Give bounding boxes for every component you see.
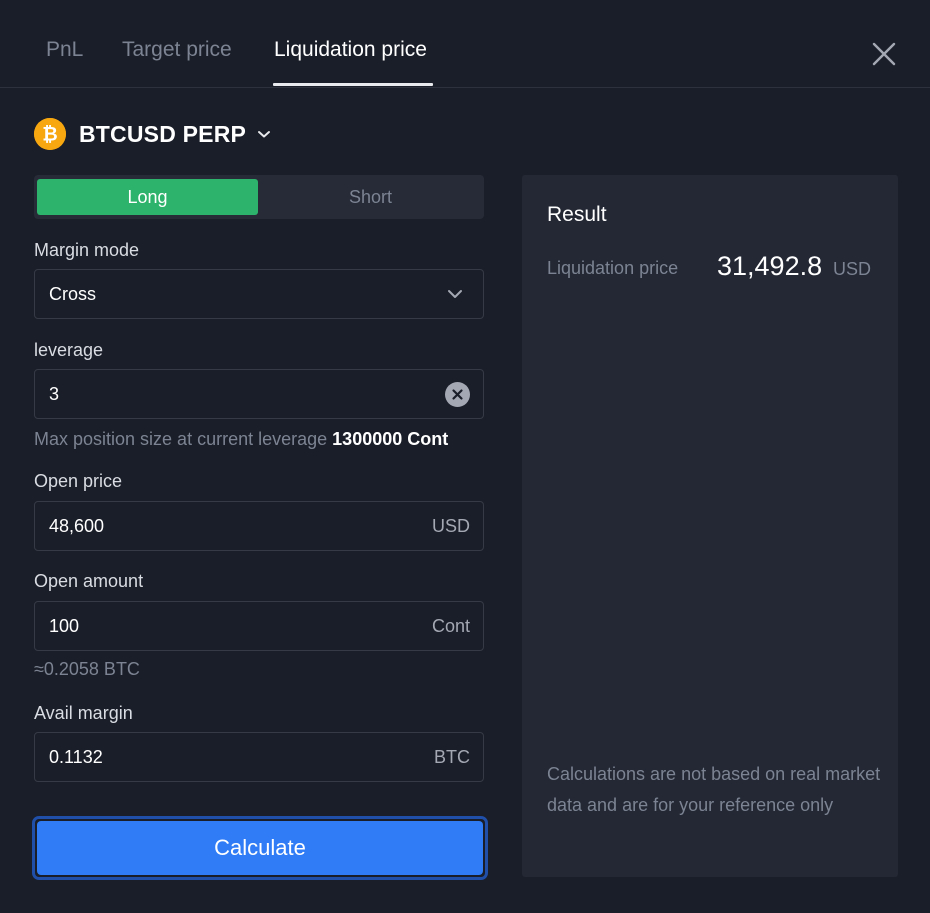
- open-price-value: 48,600: [49, 516, 105, 536]
- leverage-label: leverage: [34, 340, 104, 360]
- open-amount-label: Open amount: [34, 571, 144, 591]
- leverage-value: 3: [49, 384, 60, 404]
- margin-mode-value: Cross: [49, 284, 97, 304]
- calculate-button[interactable]: Calculate: [32, 816, 488, 880]
- avail-margin-label: Avail margin: [34, 703, 133, 723]
- result-panel: Result Liquidation price 31,492.8 USD Ca…: [522, 175, 898, 877]
- chevron-down-icon: [258, 131, 271, 138]
- open-price-label: Open price: [34, 471, 123, 491]
- tab-pnl[interactable]: PnL: [46, 38, 83, 62]
- max-position-hint-text: Max position size at current leverage: [34, 429, 328, 449]
- open-amount-input[interactable]: 100 Cont: [34, 601, 484, 651]
- open-price-input[interactable]: 48,600 USD: [34, 501, 484, 551]
- open-price-unit: USD: [431, 516, 470, 536]
- close-button[interactable]: [870, 40, 898, 68]
- disclaimer-text: Calculations are not based on real marke…: [547, 764, 881, 815]
- close-icon: [872, 42, 896, 66]
- tab-liquidation-price[interactable]: Liquidation price: [274, 38, 427, 62]
- bitcoin-icon: ₿: [34, 118, 66, 150]
- avail-margin-input[interactable]: 0.1132 BTC: [34, 732, 484, 782]
- tab-target-price[interactable]: Target price: [122, 38, 232, 62]
- symbol-name: BTCUSD PERP: [79, 120, 247, 147]
- side-toggle: Long Short: [34, 175, 484, 219]
- open-amount-btc-equivalent: ≈0.2058 BTC: [34, 659, 140, 679]
- liquidation-price-unit: USD: [833, 259, 872, 279]
- active-tab-indicator: [273, 83, 433, 86]
- result-title: Result: [547, 203, 607, 226]
- svg-text:₿: ₿: [42, 124, 57, 146]
- avail-margin-value: 0.1132: [49, 747, 103, 767]
- max-position-hint: Max position size at current leverage 13…: [34, 429, 448, 450]
- chevron-down-icon: [448, 290, 462, 298]
- max-position-value: 1300000 Cont: [332, 429, 449, 449]
- long-button[interactable]: Long: [37, 179, 258, 215]
- clear-icon[interactable]: [445, 382, 470, 407]
- short-button[interactable]: Short: [260, 179, 481, 215]
- avail-margin-unit: BTC: [434, 747, 470, 767]
- liquidation-price-value: 31,492.8: [717, 251, 823, 281]
- leverage-input[interactable]: 3: [34, 369, 484, 419]
- calculate-button-label: Calculate: [37, 821, 483, 875]
- calculator-tabs: PnL Target price Liquidation price: [0, 0, 930, 88]
- margin-mode-select[interactable]: Cross: [34, 269, 484, 319]
- open-amount-value: 100: [49, 616, 80, 636]
- open-amount-unit: Cont: [431, 616, 470, 636]
- symbol-selector[interactable]: ₿ BTCUSD PERP: [34, 118, 271, 150]
- liquidation-price-label: Liquidation price: [547, 258, 679, 278]
- margin-mode-label: Margin mode: [34, 240, 140, 260]
